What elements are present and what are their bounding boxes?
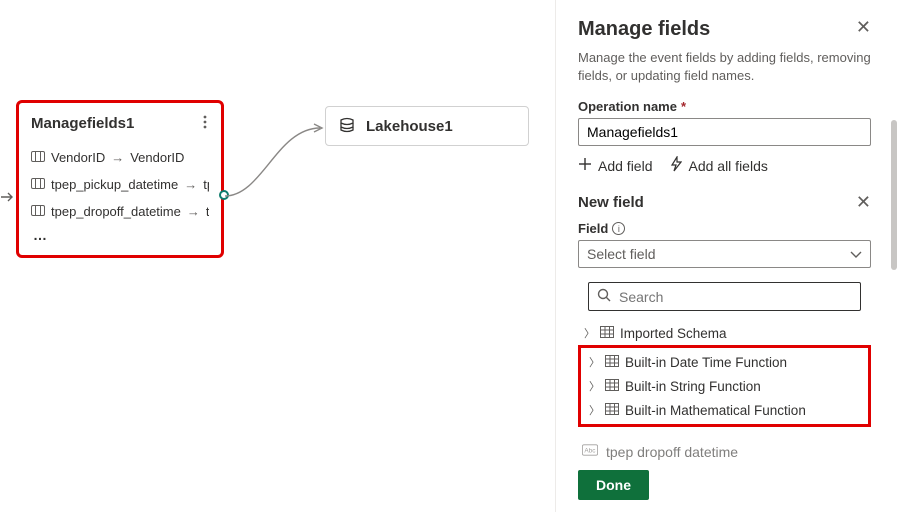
plus-icon — [578, 157, 592, 174]
field-from: tpep_pickup_datetime — [51, 177, 178, 192]
table-icon — [605, 379, 619, 394]
field-to: tp — [206, 204, 209, 219]
chevron-right-icon: 〉 — [589, 354, 599, 370]
tree-item-datetime-functions[interactable]: 〉 Built-in Date Time Function — [583, 350, 866, 374]
column-icon — [31, 177, 45, 192]
incoming-edge-arrow — [1, 190, 15, 206]
tree-item-math-functions[interactable]: 〉 Built-in Mathematical Function — [583, 398, 866, 422]
field-to: VendorID — [130, 150, 184, 165]
operation-name-label: Operation name* — [578, 99, 871, 114]
chevron-right-icon: 〉 — [589, 378, 599, 394]
panel-title: Manage fields — [578, 18, 710, 41]
column-icon — [31, 204, 45, 219]
tree-item-string-functions[interactable]: 〉 Built-in String Function — [583, 374, 866, 398]
lakehouse-icon — [338, 116, 356, 137]
field-mapping-row: tpep_pickup_datetime → tpe — [31, 171, 209, 198]
manage-fields-panel: Manage fields ✕ Manage the event fields … — [555, 0, 897, 512]
new-field-heading: New field — [578, 194, 644, 211]
node-menu-button[interactable] — [201, 113, 209, 134]
field-mapping-row: tpep_dropoff_datetime → tp — [31, 198, 209, 225]
column-icon — [31, 150, 45, 165]
done-button[interactable]: Done — [578, 470, 649, 500]
node-lakehouse[interactable]: Lakehouse1 — [325, 106, 529, 146]
text-type-icon: Abc — [582, 443, 598, 460]
field-label: Field i — [578, 221, 871, 236]
node-title: Managefields1 — [31, 115, 134, 132]
add-field-button[interactable]: Add field — [578, 156, 652, 175]
search-icon — [597, 288, 611, 305]
node-output-port[interactable] — [219, 190, 229, 200]
field-dropdown: 〉 Imported Schema 〉 Built-in Date Time F… — [578, 276, 871, 431]
tree-item-imported-schema[interactable]: 〉 Imported Schema — [578, 321, 871, 345]
chevron-right-icon: 〉 — [584, 325, 594, 341]
close-icon[interactable]: ✕ — [856, 18, 871, 36]
table-icon — [605, 403, 619, 418]
scrollbar[interactable] — [891, 120, 897, 270]
search-input[interactable] — [619, 289, 852, 305]
highlighted-functions-group: 〉 Built-in Date Time Function 〉 Built-in… — [578, 345, 871, 427]
map-arrow-icon: → — [187, 204, 200, 219]
search-box[interactable] — [588, 282, 861, 311]
connector-edge — [222, 106, 332, 206]
more-fields-ellipsis[interactable]: … — [31, 225, 209, 245]
svg-text:Abc: Abc — [584, 448, 596, 455]
select-placeholder: Select field — [587, 246, 655, 262]
field-from: VendorID — [51, 150, 105, 165]
node-title: Lakehouse1 — [366, 118, 453, 135]
table-icon — [600, 326, 614, 341]
field-select[interactable]: Select field — [578, 240, 871, 268]
operation-name-input[interactable] — [578, 118, 871, 146]
field-mapping-row: VendorID → VendorID — [31, 144, 209, 171]
node-managefields[interactable]: Managefields1 VendorID → VendorID tpep_p… — [18, 102, 222, 256]
lightning-icon — [670, 156, 682, 175]
chevron-right-icon: 〉 — [589, 402, 599, 418]
field-to: tpe — [203, 177, 209, 192]
pipeline-canvas[interactable]: Managefields1 VendorID → VendorID tpep_p… — [0, 0, 555, 512]
chevron-down-icon — [850, 246, 862, 262]
field-from: tpep_dropoff_datetime — [51, 204, 181, 219]
map-arrow-icon: → — [184, 177, 197, 192]
add-all-fields-button[interactable]: Add all fields — [670, 156, 767, 175]
panel-description: Manage the event fields by adding fields… — [578, 49, 871, 85]
field-preview-row: Abc tpep dropoff datetime — [578, 435, 871, 460]
table-icon — [605, 355, 619, 370]
remove-new-field-icon[interactable]: ✕ — [856, 193, 871, 211]
info-icon[interactable]: i — [612, 222, 625, 235]
map-arrow-icon: → — [111, 150, 124, 165]
